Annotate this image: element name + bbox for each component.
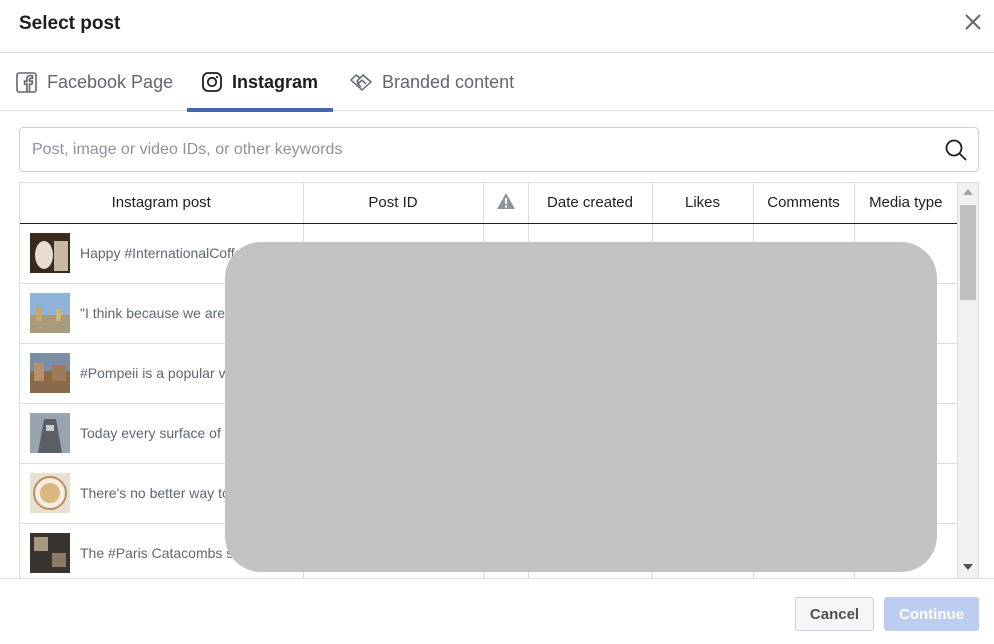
scroll-down-arrow-icon[interactable] xyxy=(963,564,973,570)
column-header-warning[interactable] xyxy=(483,183,529,224)
post-thumbnail xyxy=(30,533,70,573)
cancel-button[interactable]: Cancel xyxy=(795,597,874,631)
table-scrollbar[interactable] xyxy=(957,183,978,578)
search-input[interactable] xyxy=(20,128,930,171)
dialog-header: Select post xyxy=(0,0,994,53)
column-header-date-created[interactable]: Date created xyxy=(528,183,653,224)
post-thumbnail xyxy=(30,353,70,393)
tab-bar: Facebook Page Instagram Branded content xyxy=(0,53,994,112)
handshake-icon xyxy=(350,74,372,91)
post-thumbnail xyxy=(30,413,70,453)
redaction-overlay xyxy=(225,242,937,572)
scrollbar-thumb[interactable] xyxy=(960,205,976,300)
column-header-likes[interactable]: Likes xyxy=(652,183,754,224)
post-thumbnail xyxy=(30,293,70,333)
post-caption: Happy #InternationalCoffe xyxy=(80,245,243,261)
post-caption: The #Paris Catacombs s xyxy=(80,545,234,561)
post-caption: "I think because we are xyxy=(80,305,226,321)
column-header-comments[interactable]: Comments xyxy=(753,183,855,224)
column-header-media-type[interactable]: Media type xyxy=(854,183,957,224)
tab-label: Branded content xyxy=(382,71,515,92)
dialog-title: Select post xyxy=(19,13,121,34)
post-caption: Today every surface of t xyxy=(80,425,229,441)
tab-instagram[interactable]: Instagram xyxy=(186,53,334,112)
dialog-footer: Cancel Continue xyxy=(0,578,994,644)
tab-facebook-page[interactable]: Facebook Page xyxy=(16,53,173,111)
tab-label: Facebook Page xyxy=(47,71,174,92)
column-header-instagram-post[interactable]: Instagram post xyxy=(20,183,304,224)
tab-label: Instagram xyxy=(232,71,319,92)
post-thumbnail xyxy=(30,473,70,513)
scroll-up-arrow-icon[interactable] xyxy=(963,189,973,195)
table-header-row: Instagram post Post ID Date created Like… xyxy=(20,183,957,224)
continue-button[interactable]: Continue xyxy=(884,597,979,631)
column-header-post-id[interactable]: Post ID xyxy=(303,183,484,224)
post-caption: #Pompeii is a popular vi xyxy=(80,365,229,381)
search-icon[interactable] xyxy=(944,138,968,162)
instagram-icon xyxy=(202,72,222,92)
close-icon[interactable] xyxy=(962,11,984,33)
facebook-icon xyxy=(16,71,37,93)
search-box xyxy=(19,127,979,172)
post-thumbnail xyxy=(30,233,70,273)
tab-branded-content[interactable]: Branded content xyxy=(350,53,514,111)
post-caption: There's no better way to xyxy=(80,485,230,501)
warning-icon xyxy=(496,192,515,209)
